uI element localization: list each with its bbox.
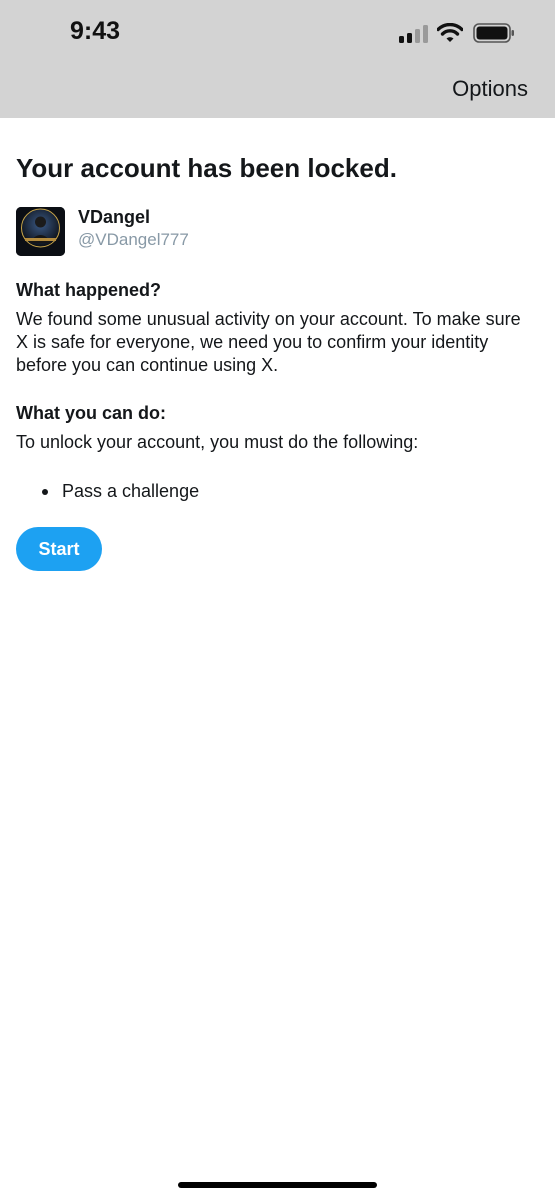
what-you-can-do-text: To unlock your account, you must do the … — [16, 432, 419, 452]
page-title: Your account has been locked. — [16, 153, 397, 183]
avatar-image — [16, 207, 65, 256]
account-name: VDangel — [78, 207, 151, 227]
what-happened-heading: What happened? — [16, 280, 161, 300]
options-button[interactable]: Options — [452, 76, 528, 102]
top-bar: 9:43 Options — [0, 0, 555, 118]
start-button[interactable]: Start — [16, 527, 102, 571]
locked-account-content: Your account has been locked. VDangel @V… — [16, 150, 536, 571]
status-time: 9:43 — [70, 17, 121, 45]
step-pass-challenge: Pass a challenge — [62, 481, 200, 501]
wifi-icon — [437, 23, 463, 42]
battery-icon — [473, 23, 514, 43]
bullet-icon — [42, 489, 48, 495]
home-indicator[interactable] — [178, 1182, 377, 1188]
avatar — [16, 207, 65, 256]
what-happened-text: We found some unusual activity on your a… — [16, 309, 521, 375]
cellular-signal-icon — [399, 25, 429, 43]
what-you-can-do-heading: What you can do: — [16, 403, 166, 423]
list-item: Pass a challenge — [16, 480, 536, 503]
account-card: VDangel @VDangel777 — [16, 207, 536, 259]
account-handle: @VDangel777 — [78, 230, 189, 249]
